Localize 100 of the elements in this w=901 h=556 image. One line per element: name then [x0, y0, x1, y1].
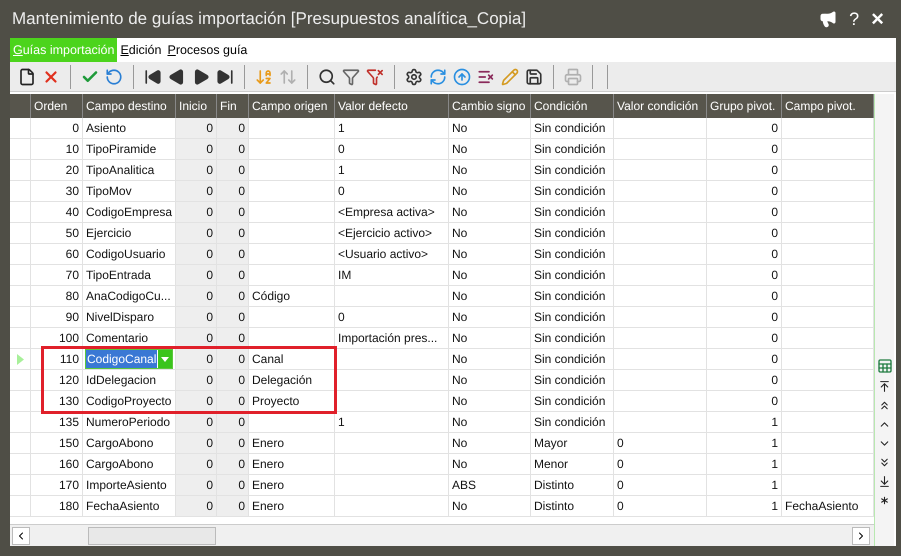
table-cell-text: 0 [206, 141, 213, 158]
page-up-icon[interactable] [878, 399, 891, 412]
table-cell-text: No [452, 498, 468, 515]
table-cell-text: 0 [206, 351, 213, 368]
filter-icon[interactable] [342, 68, 360, 86]
table-cell-text: Menor [534, 456, 568, 473]
table-cell-text: Distinto [534, 498, 574, 515]
table-cell-text: No [452, 267, 468, 284]
table-cell-text: 0 [771, 330, 778, 347]
upload-icon[interactable] [453, 68, 471, 86]
column-header[interactable]: Condición [531, 94, 614, 118]
selected-text: CodigoCanal [86, 350, 158, 368]
table-cell-text: 0 [617, 498, 624, 515]
table-cell-text: Sin condición [534, 183, 606, 200]
column-header[interactable]: Valor defecto [335, 94, 449, 118]
table-cell-text: 0 [72, 120, 79, 137]
menu-item[interactable]: Procesos guía [164, 38, 250, 62]
last-page-icon[interactable] [878, 475, 891, 488]
column-header[interactable]: Campo destino [83, 94, 176, 118]
table-cell-text: Sin condición [534, 288, 606, 305]
save-icon[interactable] [525, 68, 543, 86]
table-cell-text: 70 [66, 267, 79, 284]
first-page-icon[interactable] [878, 380, 891, 393]
table-cell-text: Ejercicio [86, 225, 132, 242]
table-cell-text: 0 [206, 120, 213, 137]
table-cell-text: Enero [252, 498, 284, 515]
table-cell-text: No [452, 414, 468, 431]
table-cell-text: 0 [238, 498, 245, 515]
table-cell-text: NumeroPeriodo [86, 414, 170, 431]
table-cell-text: 0 [206, 372, 213, 389]
table-cell-text: 80 [66, 288, 79, 305]
refresh-icon[interactable] [429, 68, 447, 86]
first-record-icon[interactable] [144, 68, 162, 86]
table-cell-text: No [452, 246, 468, 263]
table-cell-text: 0 [206, 225, 213, 242]
new-document-icon[interactable] [18, 68, 36, 86]
settings-icon[interactable] [405, 68, 423, 86]
table-cell-text: 1 [771, 435, 778, 452]
table-cell-text: TipoMov [86, 183, 132, 200]
column-header[interactable]: Grupo pivot. [707, 94, 782, 118]
clear-filter-icon[interactable] [366, 68, 384, 86]
table-cell-text: 150 [58, 435, 79, 452]
table-cell-text: 180 [58, 498, 79, 515]
table-cell-text: Sin condición [534, 120, 606, 137]
table-cell-text: Código [252, 288, 290, 305]
table-cell-text: No [452, 120, 468, 137]
page-down-icon[interactable] [878, 456, 891, 469]
table-cell-text: 0 [206, 162, 213, 179]
table-cell-text: 20 [66, 162, 79, 179]
table-cell-text: 0 [771, 393, 778, 410]
table-cell-text: 1 [338, 120, 345, 137]
column-header[interactable]: Cambio signo [449, 94, 531, 118]
table-cell-text: 0 [238, 162, 245, 179]
table-cell-text: Asiento [86, 120, 126, 137]
search-icon[interactable] [318, 68, 336, 86]
table-cell-text: TipoAnalitica [86, 162, 154, 179]
table-cell-text: 0 [206, 498, 213, 515]
spreadsheet-icon[interactable] [876, 358, 892, 374]
scroll-right-button[interactable] [852, 526, 870, 544]
column-header[interactable]: Orden [31, 94, 83, 118]
table-cell-text: 160 [58, 456, 79, 473]
column-header[interactable]: Valor condición [614, 94, 707, 118]
scroll-left-button[interactable] [12, 526, 30, 544]
table-cell-text: No [452, 204, 468, 221]
table-cell-text: CargoAbono [86, 456, 154, 473]
table-cell-text: CodigoProyecto [86, 393, 172, 410]
table-cell-text: 0 [206, 477, 213, 494]
table-cell-text: FechaAsiento [86, 498, 160, 515]
table-cell-text: 50 [66, 225, 79, 242]
table-cell-text: No [452, 162, 468, 179]
megaphone-icon[interactable] [819, 10, 838, 28]
table-cell-text: 0 [771, 183, 778, 200]
table-cell-text: 0 [771, 141, 778, 158]
table-cell-text: 135 [58, 414, 79, 431]
table-cell-text: 0 [238, 330, 245, 347]
table-cell-text: 0 [238, 288, 245, 305]
close-button[interactable]: × [871, 8, 884, 30]
table-cell-text: Enero [252, 435, 284, 452]
table-cell-text: Enero [252, 456, 284, 473]
table-cell-text: Sin condición [534, 372, 606, 389]
table-cell-text: 90 [66, 309, 79, 326]
table-cell-text: 10 [66, 141, 79, 158]
help-button[interactable]: ? [849, 6, 860, 32]
previous-record-icon[interactable] [168, 68, 186, 86]
table-cell-text: No [452, 393, 468, 410]
table-cell-text: 0 [771, 351, 778, 368]
menu-item[interactable]: Edición [117, 38, 164, 62]
column-header[interactable]: Campo origen [249, 94, 335, 118]
scrollbar-thumb[interactable] [88, 526, 216, 544]
table-cell-text: 0 [238, 225, 245, 242]
lookup-field[interactable]: CodigoCanal [85, 349, 173, 369]
table-cell-text: 0 [206, 309, 213, 326]
table-cell-text: 40 [66, 204, 79, 221]
table-cell-text: 120 [58, 372, 79, 389]
undo-icon[interactable] [105, 68, 123, 86]
last-record-icon[interactable] [216, 68, 234, 86]
table-cell-text: 0 [617, 477, 624, 494]
asterisk-icon[interactable] [878, 494, 891, 507]
table-cell-text: ImporteAsiento [86, 477, 167, 494]
next-record-icon[interactable] [192, 68, 210, 86]
